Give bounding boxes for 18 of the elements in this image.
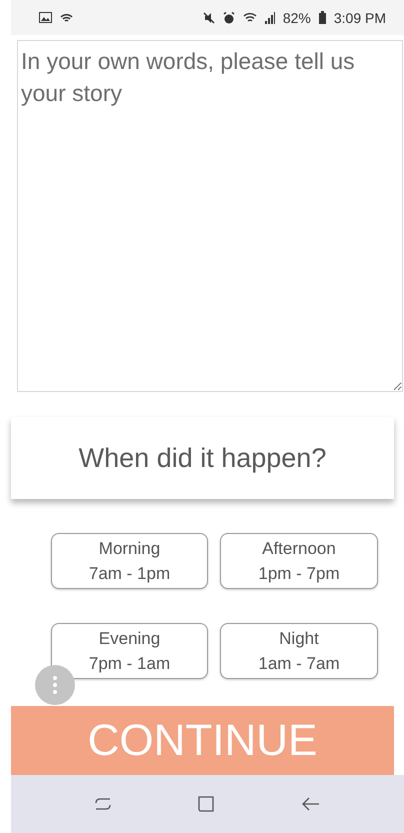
- time-option-button[interactable]: Afternoon 1pm - 7pm: [220, 533, 378, 589]
- wifi-icon: [242, 12, 257, 24]
- time-option-button[interactable]: Evening 7pm - 1am: [51, 623, 208, 679]
- image-icon: [39, 12, 52, 23]
- alarm-icon: [222, 12, 235, 24]
- question-heading: When did it happen?: [78, 442, 326, 474]
- story-text-area[interactable]: In your own words, please tell us your story: [17, 40, 403, 392]
- signal-icon: [264, 12, 275, 24]
- back-icon[interactable]: [302, 797, 320, 811]
- clock-time: 3:09 PM: [334, 10, 386, 26]
- mute-icon: [202, 12, 215, 24]
- home-icon[interactable]: [198, 796, 214, 812]
- time-option-button[interactable]: Night 1am - 7am: [220, 623, 378, 679]
- time-option-button[interactable]: Morning 7am - 1pm: [51, 533, 208, 589]
- recent-apps-icon[interactable]: [94, 797, 111, 811]
- battery-percent: 82%: [282, 10, 311, 26]
- wifi-call-icon: [60, 12, 73, 24]
- battery-icon: [318, 11, 326, 24]
